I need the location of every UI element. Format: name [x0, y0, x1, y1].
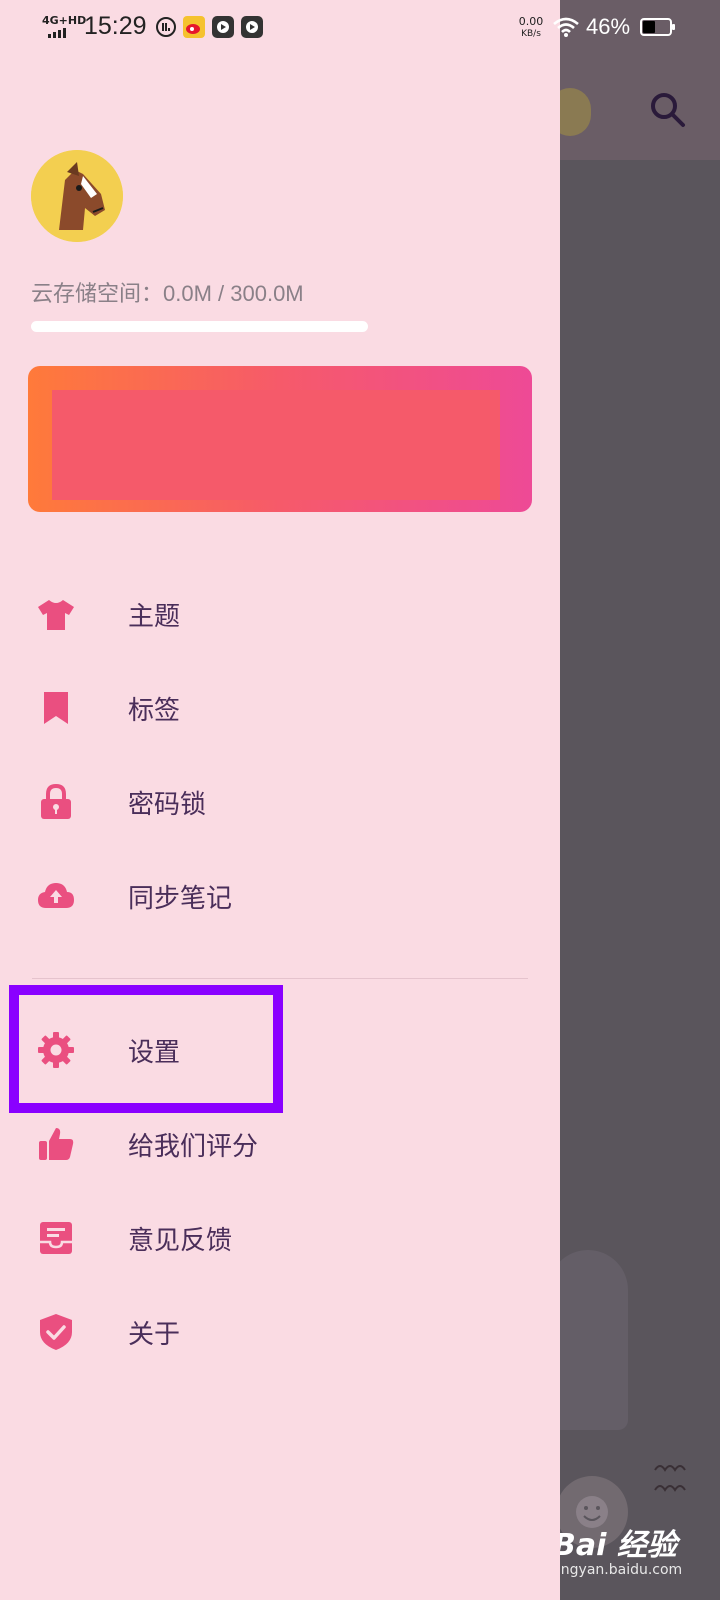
promo-banner-redacted-area	[52, 390, 500, 500]
shield-check-icon	[40, 1314, 72, 1350]
search-icon	[651, 93, 685, 127]
network-speed: 0.00 KB/s	[516, 16, 546, 40]
network-indicator: 4G+HD	[42, 14, 87, 27]
menu-label-password-lock: 密码锁	[128, 790, 207, 820]
menu-label-theme: 主题	[128, 602, 181, 632]
wifi-icon	[553, 17, 579, 37]
weibo-icon	[183, 16, 205, 38]
menu-item-about[interactable]: 关于	[0, 1292, 560, 1372]
storage-usage-label: 云存储空间：0.0M / 300.0M	[31, 281, 304, 306]
menu-item-sync-notes[interactable]: 同步笔记	[0, 856, 560, 936]
navigation-drawer: 云存储空间：0.0M / 300.0M 主题 标签 密码锁 同步笔记 设置 给我…	[0, 0, 560, 1600]
cloud-upload-icon	[38, 883, 74, 908]
menu-item-tags[interactable]: 标签	[0, 668, 560, 748]
signal-icon	[48, 28, 66, 38]
menu-label-rate-us: 给我们评分	[128, 1132, 259, 1162]
promo-banner[interactable]	[28, 366, 532, 512]
thumbs-up-icon	[39, 1128, 74, 1160]
battery-percentage: 46%	[586, 14, 631, 39]
menu-item-theme[interactable]: 主题	[0, 574, 560, 654]
menu-item-feedback[interactable]: 意见反馈	[0, 1198, 560, 1278]
status-time: 15:29	[84, 12, 147, 40]
menu-divider	[32, 978, 528, 979]
network-speed-unit: KB/s	[521, 29, 541, 39]
menu-label-sync-notes: 同步笔记	[128, 884, 233, 914]
settings-highlight-annotation	[9, 985, 283, 1113]
watermark-brand: Bai 经验	[553, 1528, 677, 1563]
menu-item-rate-us[interactable]: 给我们评分	[0, 1104, 560, 1184]
background-mascot-illustration	[548, 1250, 628, 1430]
network-speed-value: 0.00	[518, 15, 544, 28]
menu-label-tags: 标签	[128, 696, 181, 726]
unicom-app-icon	[156, 17, 176, 37]
feedback-inbox-icon	[40, 1222, 72, 1254]
battery-icon	[640, 18, 675, 36]
video-app-icon	[241, 16, 263, 38]
baidu-jingyan-watermark: Bai 经验 jingyan.baidu.com	[553, 1520, 713, 1590]
status-bar: 4G+HD 15:29 0.00 KB/s 46%	[0, 0, 720, 56]
menu-label-feedback: 意见反馈	[128, 1226, 233, 1256]
avatar[interactable]	[31, 150, 123, 242]
tshirt-icon	[38, 600, 74, 630]
menu-label-about: 关于	[128, 1320, 181, 1350]
menu-item-password-lock[interactable]: 密码锁	[0, 762, 560, 842]
lock-icon	[41, 783, 71, 819]
storage-progress-bar	[31, 321, 368, 332]
bookmark-icon	[44, 692, 68, 724]
play-app-icon	[212, 16, 234, 38]
grass-decoration-icon	[654, 1465, 686, 1492]
watermark-url: jingyan.baidu.com	[553, 1562, 683, 1578]
